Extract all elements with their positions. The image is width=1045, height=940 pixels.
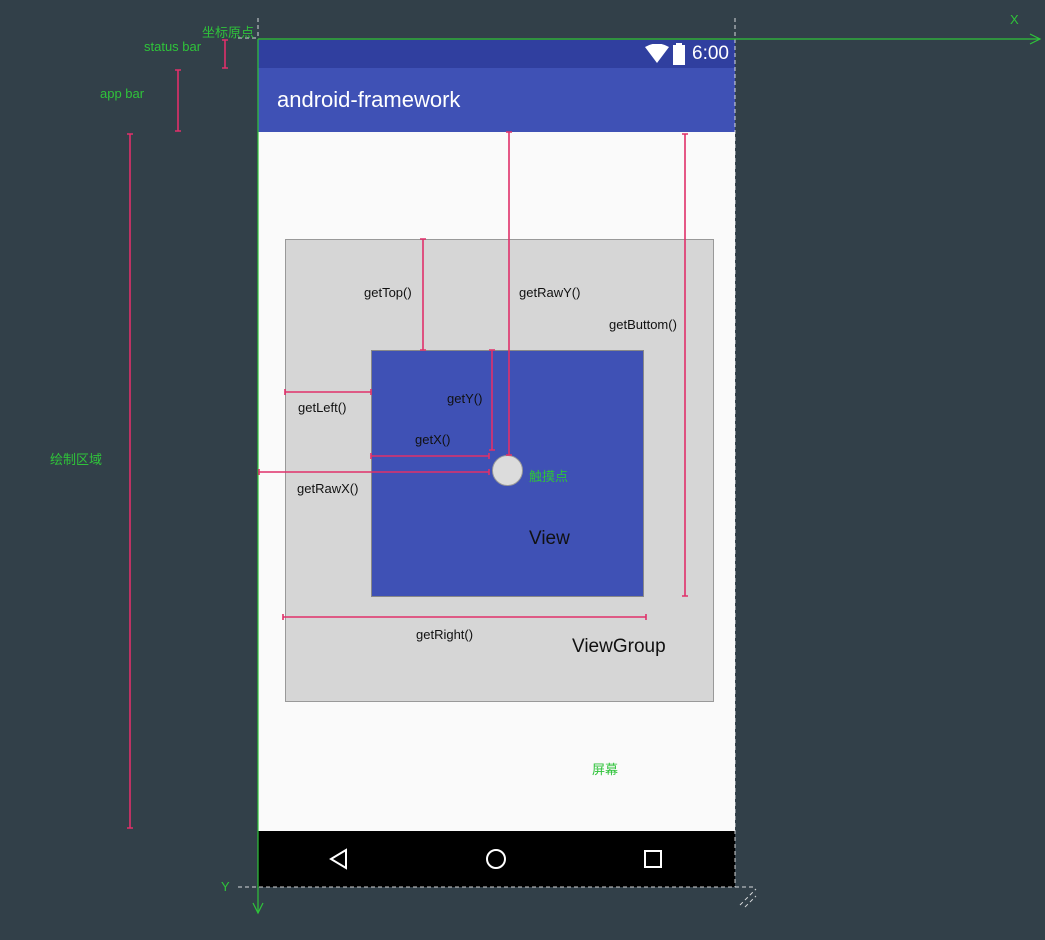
get-raw-x-label: getRawX()	[297, 481, 359, 496]
view-label: View	[529, 528, 570, 549]
get-left-measure	[284, 389, 372, 395]
get-raw-y-label: getRawY()	[519, 285, 581, 300]
view-group-label: ViewGroup	[572, 636, 666, 657]
status-bar-measure	[222, 39, 228, 69]
draw-area-measure	[127, 133, 133, 829]
app-bar-measure	[175, 69, 181, 132]
app-bar-label: app bar	[100, 86, 145, 101]
get-x-label: getX()	[415, 432, 451, 447]
get-raw-x-measure	[258, 469, 490, 475]
get-buttom-measure	[682, 133, 688, 597]
get-top-label: getTop()	[364, 285, 412, 300]
dashed-guide	[739, 888, 757, 906]
get-left-label: getLeft()	[298, 400, 347, 415]
get-buttom-label: getButtom()	[609, 317, 677, 332]
get-y-measure	[489, 349, 495, 451]
y-axis-label: Y	[221, 879, 230, 894]
x-axis-label: X	[1010, 12, 1019, 27]
get-raw-y-measure	[506, 131, 512, 456]
get-top-measure	[420, 238, 426, 351]
get-right-label: getRight()	[416, 627, 474, 642]
get-x-measure	[370, 453, 490, 459]
screen-label: 屏幕	[592, 762, 619, 777]
draw-area-label: 绘制区域	[50, 452, 103, 467]
touch-point-label: 触摸点	[529, 469, 569, 484]
get-y-label: getY()	[447, 391, 483, 406]
measure-lines	[127, 18, 1042, 915]
status-bar-label: status bar	[144, 39, 202, 54]
get-right-measure	[282, 614, 647, 620]
origin-label: 坐标原点	[202, 25, 255, 40]
